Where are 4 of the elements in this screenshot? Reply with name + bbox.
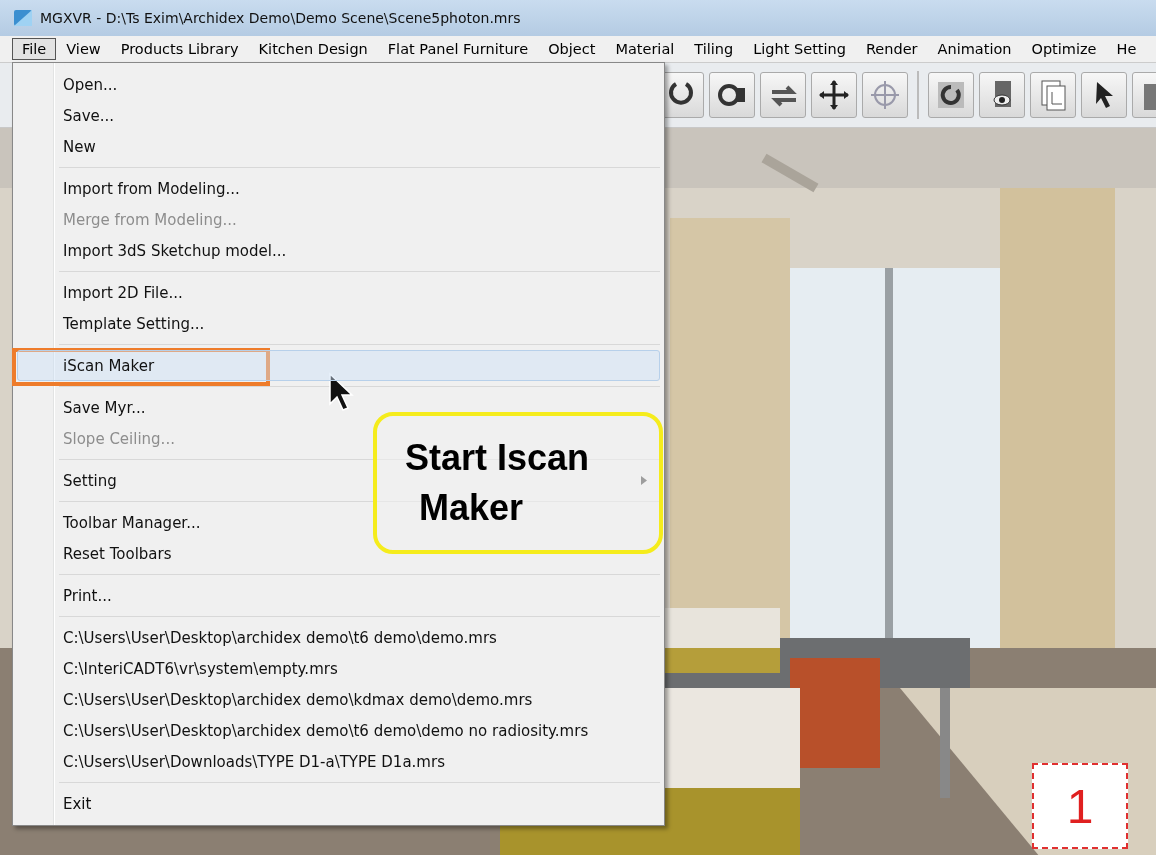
- callout-text: Start Iscan: [405, 440, 590, 476]
- window-title: MGXVR - D:\Ts Exim\Archidex Demo\Demo Scene\Scene5photon.mrs: [40, 10, 521, 26]
- callout-text: Maker: [418, 490, 524, 526]
- step-number: 1: [1032, 763, 1128, 849]
